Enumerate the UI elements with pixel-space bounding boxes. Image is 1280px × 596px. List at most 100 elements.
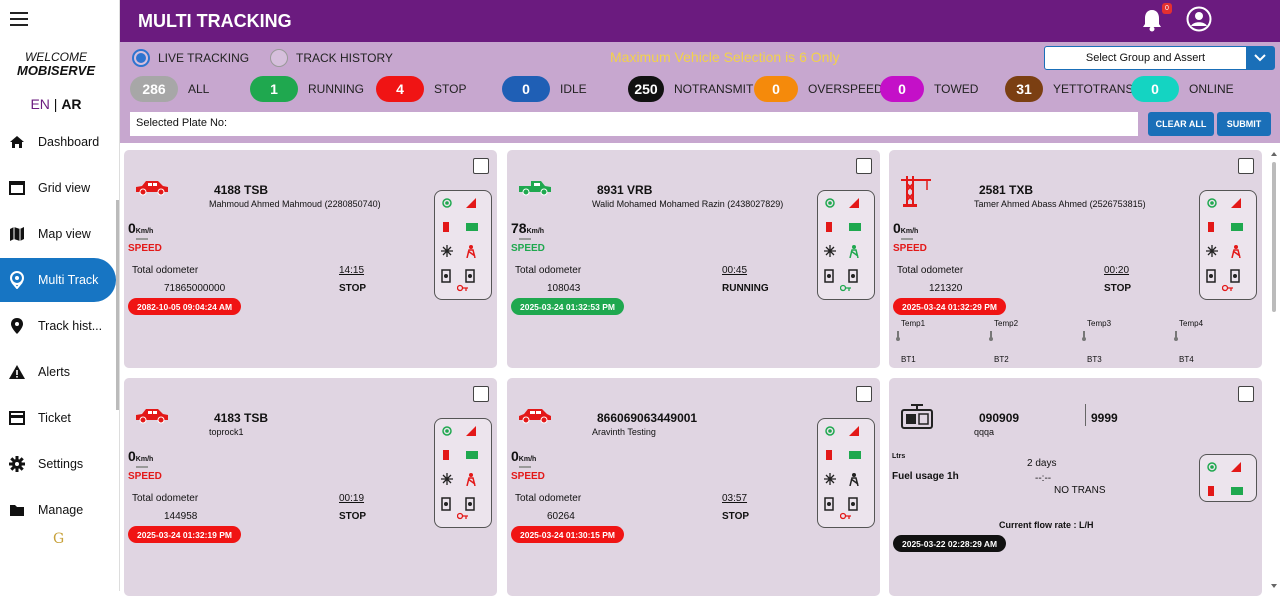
sidebar-item-multi-track[interactable]: Multi Track bbox=[0, 258, 116, 302]
select-checkbox[interactable] bbox=[1238, 386, 1254, 402]
count-pill: 0 bbox=[502, 76, 550, 102]
company-logo: G bbox=[36, 530, 82, 560]
stat-towed[interactable]: 0 TOWED bbox=[880, 76, 978, 102]
stat-label: TOWED bbox=[934, 82, 979, 96]
extra-value: 9999 bbox=[1091, 411, 1118, 425]
sidebar-item-label: Ticket bbox=[38, 411, 71, 425]
user-avatar-icon[interactable] bbox=[1186, 6, 1212, 37]
duration-value: 00:45 bbox=[722, 265, 748, 276]
timestamp-badge: 2025-03-24 01:32:19 PM bbox=[128, 526, 241, 543]
select-checkbox[interactable] bbox=[856, 158, 872, 174]
vertical-divider bbox=[1085, 404, 1086, 426]
sidebar-item-map-view[interactable]: Map view bbox=[0, 212, 116, 256]
sidebar-scrollbar[interactable] bbox=[116, 200, 119, 410]
stat-stop[interactable]: 4 STOP bbox=[376, 76, 466, 102]
odometer-value: 71865000000 bbox=[164, 283, 226, 294]
speed-divider bbox=[519, 238, 531, 240]
sidebar-item-manage[interactable]: Manage bbox=[0, 488, 116, 532]
count-pill: 4 bbox=[376, 76, 424, 102]
stat-label: STOP bbox=[434, 82, 467, 96]
menu-icon[interactable] bbox=[10, 12, 28, 26]
temp-label: Temp1 bbox=[901, 319, 926, 328]
speed-divider bbox=[901, 238, 913, 240]
sidebar-item-dashboard[interactable]: Dashboard bbox=[0, 120, 116, 164]
submit-button[interactable]: SUBMIT bbox=[1217, 112, 1271, 136]
bt-label: BT1 bbox=[901, 355, 916, 364]
group-asset-select[interactable]: Select Group and Assert bbox=[1044, 46, 1275, 70]
vehicle-card[interactable]: 4183 TSB toprock1 0Km/h SPEED Total odom… bbox=[124, 378, 497, 596]
lang-en[interactable]: EN bbox=[30, 96, 49, 112]
select-checkbox[interactable] bbox=[856, 386, 872, 402]
key-icon bbox=[839, 284, 852, 295]
speed-unit: Km/h bbox=[900, 228, 919, 235]
track-history-radio[interactable]: TRACK HISTORY bbox=[270, 49, 393, 67]
temp-label: Temp4 bbox=[1179, 319, 1204, 328]
vehicle-card[interactable]: 2581 TXB Tamer Ahmed Abass Ahmed (252675… bbox=[889, 150, 1262, 368]
vehicle-grid: 4188 TSB Mahmoud Ahmed Mahmoud (22808507… bbox=[120, 143, 1280, 596]
odometer-value: 121320 bbox=[929, 283, 963, 294]
timestamp-badge: 2025-03-22 02:28:29 AM bbox=[893, 535, 1007, 552]
lang-separator: | bbox=[53, 96, 58, 112]
stat-yettotrans[interactable]: 31 YETTOTRANS bbox=[1005, 76, 1133, 102]
sidebar-item-alerts[interactable]: Alerts bbox=[0, 350, 116, 394]
stat-overspeed[interactable]: 0 OVERSPEED bbox=[754, 76, 883, 102]
stat-online[interactable]: 0 ONLINE bbox=[1131, 76, 1234, 102]
duration-value: 14:15 bbox=[339, 265, 365, 276]
clear-all-button[interactable]: CLEAR ALL bbox=[1148, 112, 1214, 136]
pin-icon bbox=[0, 317, 34, 335]
speed-number: 0 bbox=[128, 220, 136, 236]
speed-value: 78Km/h bbox=[511, 220, 544, 236]
sidebar-item-settings[interactable]: Settings bbox=[0, 442, 116, 486]
sidebar-item-grid-view[interactable]: Grid view bbox=[0, 166, 116, 210]
speed-label: SPEED bbox=[511, 243, 545, 254]
select-checkbox[interactable] bbox=[473, 158, 489, 174]
driver-name: qqqa bbox=[974, 427, 995, 437]
ac-icon bbox=[824, 473, 836, 488]
map-icon bbox=[0, 226, 34, 242]
stat-all[interactable]: 286 ALL bbox=[130, 76, 209, 102]
thermometer-icon bbox=[988, 331, 994, 343]
stat-label: NOTRANSMIT bbox=[674, 82, 754, 96]
speed-number: 78 bbox=[511, 220, 527, 236]
vehicle-card[interactable]: 866069063449001 Aravinth Testing 0Km/h S… bbox=[507, 378, 880, 596]
stat-idle[interactable]: 0 IDLE bbox=[502, 76, 587, 102]
select-checkbox[interactable] bbox=[473, 386, 489, 402]
speed-unit: Km/h bbox=[526, 228, 545, 235]
odometer-value: 108043 bbox=[547, 283, 581, 294]
sidebar-item-ticket[interactable]: Ticket bbox=[0, 396, 116, 440]
bell-icon[interactable] bbox=[1141, 8, 1163, 37]
signal-icon bbox=[465, 197, 477, 212]
stat-notransmit[interactable]: 250 NOTRANSMIT bbox=[628, 76, 753, 102]
vehicle-card[interactable]: 8931 VRB Walid Mohamed Mohamed Razin (24… bbox=[507, 150, 880, 368]
selected-plate-field[interactable]: Selected Plate No: bbox=[130, 112, 1138, 136]
battery-icon bbox=[441, 449, 451, 464]
speed-value: 0Km/h bbox=[893, 220, 918, 236]
vehicle-card[interactable]: 090909 9999 qqqa Ltrs Fuel usage 1h 2 da… bbox=[889, 378, 1262, 596]
odometer-value: 60264 bbox=[547, 511, 575, 522]
timestamp-badge: 2025-03-24 01:32:29 PM bbox=[893, 298, 1006, 315]
count-pill: 0 bbox=[1131, 76, 1179, 102]
sidebar-item-label: Map view bbox=[38, 227, 91, 241]
stat-running[interactable]: 1 RUNNING bbox=[250, 76, 364, 102]
count-pill: 1 bbox=[250, 76, 298, 102]
count-pill: 31 bbox=[1005, 76, 1043, 102]
chevron-down-icon[interactable] bbox=[1246, 47, 1274, 69]
select-checkbox[interactable] bbox=[1238, 158, 1254, 174]
odometer-value: 144958 bbox=[164, 511, 198, 522]
sidebar-item-track-history[interactable]: Track hist... bbox=[0, 304, 116, 348]
vehicle-status: STOP bbox=[339, 511, 367, 522]
live-tracking-radio[interactable]: LIVE TRACKING bbox=[132, 49, 249, 67]
vehicle-status: STOP bbox=[1104, 283, 1132, 294]
key-icon bbox=[1221, 284, 1234, 295]
vehicle-plate: 090909 bbox=[979, 411, 1020, 425]
vehicle-card[interactable]: 4188 TSB Mahmoud Ahmed Mahmoud (22808507… bbox=[124, 150, 497, 368]
speed-divider bbox=[136, 466, 148, 468]
gear-icon bbox=[0, 456, 34, 472]
sidebar-item-label: Settings bbox=[38, 457, 84, 471]
page-title: MULTI TRACKING bbox=[138, 11, 292, 31]
filter-bar: LIVE TRACKING TRACK HISTORY Maximum Vehi… bbox=[120, 42, 1280, 143]
ac-icon bbox=[441, 245, 453, 260]
lang-ar[interactable]: AR bbox=[61, 96, 81, 112]
content-scrollbar[interactable] bbox=[1270, 150, 1278, 590]
gps-icon bbox=[441, 425, 453, 440]
